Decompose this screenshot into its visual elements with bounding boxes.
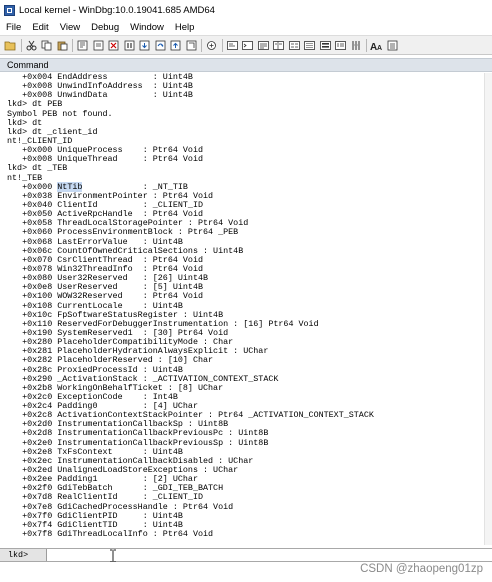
cut-icon[interactable] (25, 39, 38, 52)
locals-window-icon[interactable] (272, 39, 285, 52)
source-mode-icon[interactable] (205, 39, 218, 52)
restart-icon[interactable] (92, 39, 105, 52)
toolbar: AA (0, 35, 492, 55)
step-out-icon[interactable] (169, 39, 182, 52)
output-line: +0x008 UnwindData : Uint4B (7, 90, 193, 101)
output-line: lkd> dt _TEB (7, 163, 68, 174)
output-line: +0x7f8 GdiThreadLocalInfo : Ptr64 Void (7, 529, 214, 540)
watch-window-icon[interactable] (257, 39, 270, 52)
output-line: +0x008 UniqueThread : Ptr64 Void (7, 154, 204, 165)
command-bar: lkd> (0, 548, 492, 562)
menu-help[interactable]: Help (169, 22, 200, 33)
go-icon[interactable] (76, 39, 89, 52)
command-panel-header: Command (0, 58, 492, 72)
output-line: Symbol PEB not found. (7, 108, 113, 119)
copy-icon[interactable] (40, 39, 53, 52)
text-cursor-icon (110, 549, 116, 563)
scratch-pad-icon[interactable] (350, 39, 363, 52)
registers-window-icon[interactable] (288, 39, 301, 52)
command-window-icon[interactable] (241, 39, 254, 52)
toolbar-separator (72, 38, 73, 52)
menu-edit[interactable]: Edit (26, 22, 53, 33)
watermark: CSDN @zhaopeng01zp (360, 563, 483, 575)
font-icon[interactable] (226, 39, 239, 52)
menu-view[interactable]: View (54, 22, 85, 33)
run-to-cursor-icon[interactable] (185, 39, 198, 52)
menu-file[interactable]: File (0, 22, 26, 33)
paste-icon[interactable] (56, 39, 69, 52)
output-line: lkd> dt _client_id (7, 126, 98, 137)
panel-title: Command (7, 60, 49, 70)
menu-window[interactable]: Window (124, 22, 169, 33)
toolbar-separator (366, 38, 367, 52)
menu-debug[interactable]: Debug (85, 22, 124, 33)
call-stack-icon[interactable] (319, 39, 332, 52)
stop-debugging-icon[interactable] (107, 39, 120, 52)
font-size-icon[interactable]: AA (370, 39, 383, 52)
toolbar-separator (201, 38, 202, 52)
title-bar: Local kernel - WinDbg:10.0.19041.685 AMD… (0, 0, 492, 20)
break-icon[interactable] (123, 39, 136, 52)
command-output[interactable]: +0x004 EndAddress : Uint4B +0x008 Unwind… (2, 73, 482, 545)
command-prompt: lkd> (0, 549, 47, 561)
svg-text:A: A (377, 45, 382, 51)
step-into-icon[interactable] (138, 39, 151, 52)
toolbar-separator (221, 38, 223, 52)
step-over-icon[interactable] (154, 39, 167, 52)
open-icon[interactable] (4, 39, 17, 52)
menu-bar: File Edit View Debug Window Help (0, 20, 492, 35)
output-scrollbar[interactable] (484, 73, 492, 545)
options-icon[interactable] (386, 39, 399, 52)
memory-window-icon[interactable] (303, 39, 316, 52)
windbg-app-icon (4, 4, 15, 16)
window-title: Local kernel - WinDbg:10.0.19041.685 AMD… (19, 4, 215, 16)
toolbar-separator (20, 38, 22, 52)
disassembly-icon[interactable] (334, 39, 347, 52)
